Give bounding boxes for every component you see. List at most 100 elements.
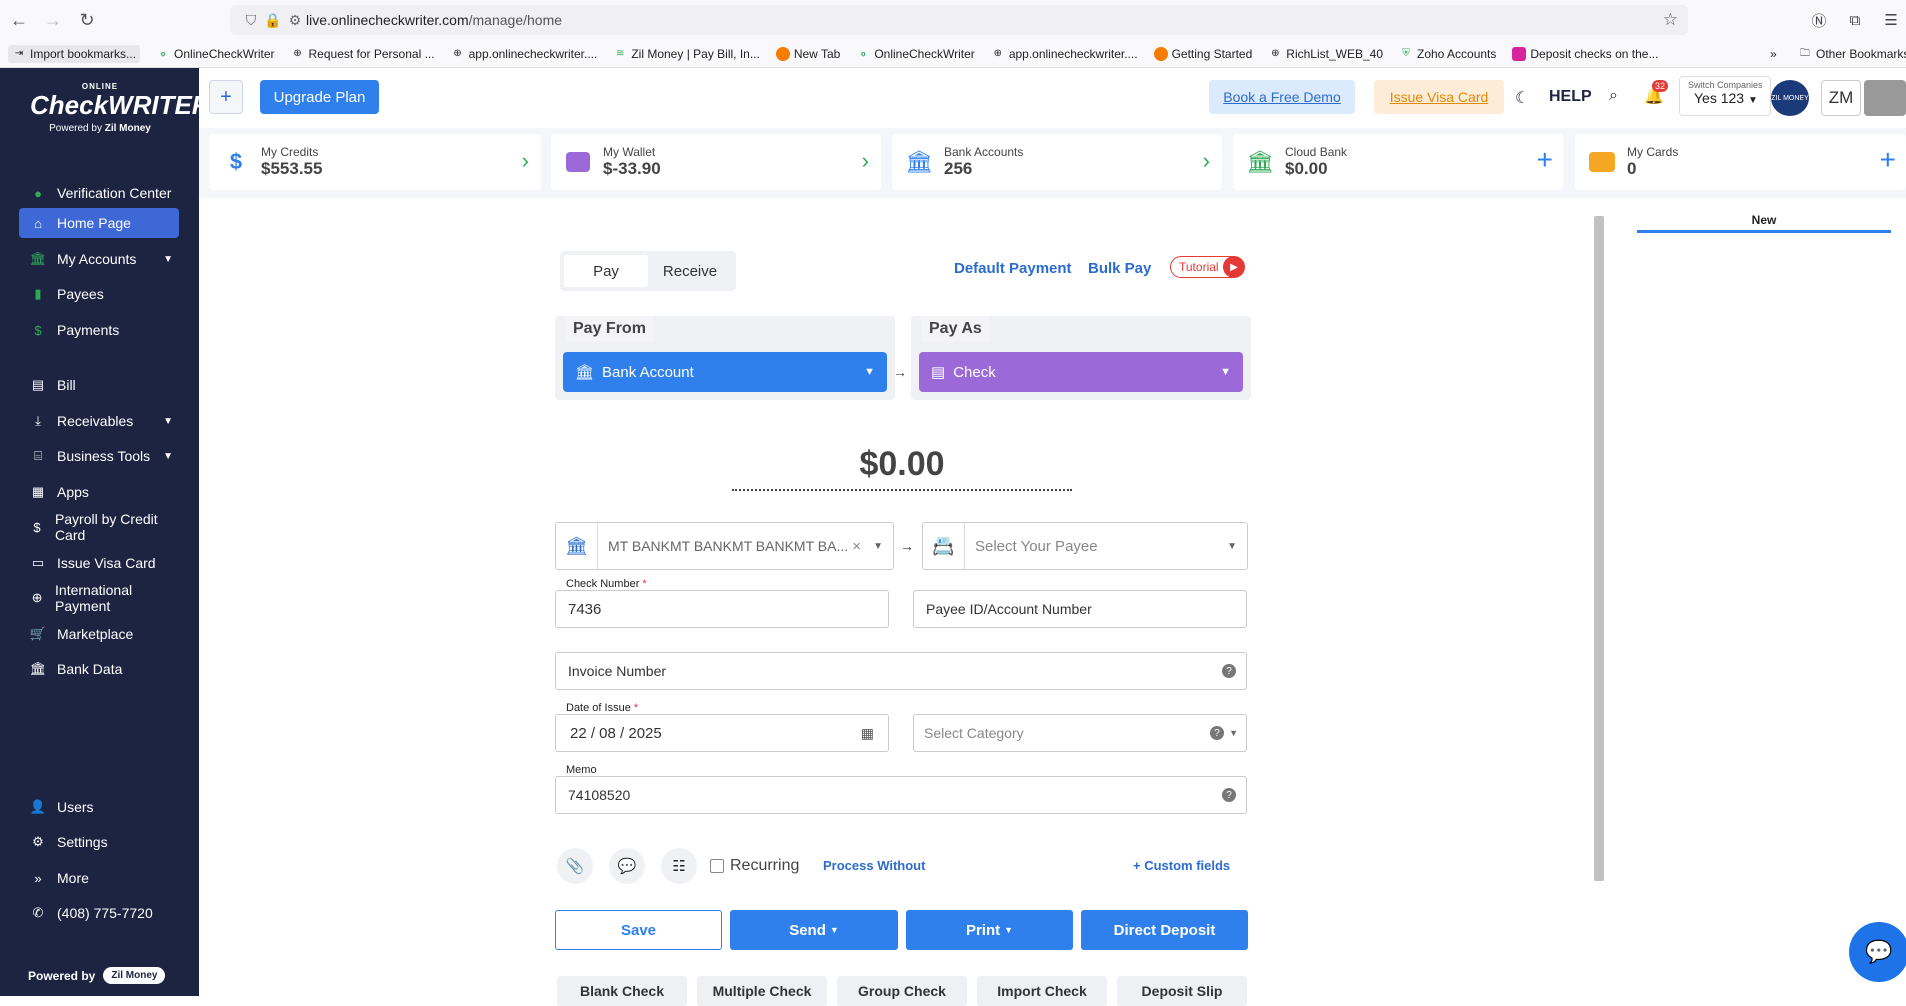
issue-visa-card-button[interactable]: Issue Visa Card bbox=[1374, 80, 1504, 114]
help-icon[interactable]: ? bbox=[1210, 726, 1224, 740]
zil-money-badge[interactable]: Zil Money bbox=[103, 967, 166, 984]
sidebar-item-users[interactable]: 👤 Users bbox=[19, 792, 179, 822]
attachment-icon[interactable]: 📎 bbox=[557, 848, 593, 884]
other-bookmarks[interactable]: 🗀 Other Bookmarks bbox=[1798, 47, 1906, 61]
recurring-checkbox[interactable]: Recurring bbox=[710, 857, 799, 875]
pay-as-select[interactable]: ▤ Check ▼ bbox=[919, 352, 1243, 392]
date-of-issue-field[interactable]: Date of Issue * 22 / 08 / 2025 ▦ bbox=[555, 702, 889, 752]
sidebar-item-international-payment[interactable]: ⊕ International Payment bbox=[19, 582, 179, 614]
sidebar-item-business-tools[interactable]: ⌸ Business Tools ▼ bbox=[19, 441, 179, 471]
firefox-icon bbox=[1153, 46, 1168, 61]
card-my-credits[interactable]: $ My Credits $553.55 › bbox=[209, 134, 541, 190]
bookmark-item[interactable]: Deposit checks on the... bbox=[1512, 46, 1658, 61]
direct-deposit-button[interactable]: Direct Deposit bbox=[1081, 910, 1248, 950]
scrollbar-thumb[interactable] bbox=[1594, 216, 1604, 881]
dark-mode-icon[interactable]: ☾ bbox=[1515, 88, 1529, 108]
tab-receive[interactable]: Receive bbox=[648, 255, 732, 287]
back-icon[interactable]: ← bbox=[4, 5, 34, 35]
sidebar-phone[interactable]: ✆ (408) 775-7720 bbox=[19, 898, 179, 928]
sidebar-item-verification-center[interactable]: ● Verification Center bbox=[19, 178, 179, 208]
more-bookmarks-icon[interactable]: » bbox=[1770, 47, 1777, 61]
memo-field[interactable]: Memo 74108520 ? bbox=[555, 764, 1247, 814]
payee-select[interactable]: 📇 Select Your Payee ▼ bbox=[922, 522, 1248, 570]
payee-id-field[interactable]: Payee ID/Account Number bbox=[913, 590, 1247, 628]
sidebar-item-payroll-credit-card[interactable]: $ Payroll by Credit Card bbox=[19, 511, 179, 543]
plus-icon[interactable]: + bbox=[1537, 144, 1553, 176]
custom-fields-link[interactable]: + Custom fields bbox=[1133, 858, 1230, 873]
list-icon[interactable]: ☷ bbox=[661, 848, 697, 884]
category-select[interactable]: Select Category ? ▼ bbox=[913, 714, 1247, 752]
menu-icon[interactable]: ☰ bbox=[1876, 5, 1906, 35]
save-button[interactable]: Save bbox=[555, 910, 722, 950]
card-bank-accounts[interactable]: 🏛 Bank Accounts 256 › bbox=[892, 134, 1222, 190]
bookmark-item[interactable]: ⊕ app.onlinecheckwriter.... bbox=[451, 47, 597, 61]
book-demo-button[interactable]: Book a Free Demo bbox=[1209, 80, 1355, 114]
sidebar-item-apps[interactable]: ▦ Apps bbox=[19, 477, 179, 507]
tab-new[interactable]: New bbox=[1637, 213, 1891, 233]
sidebar-item-bill[interactable]: ▤ Bill bbox=[19, 370, 179, 400]
plus-icon[interactable]: + bbox=[1880, 144, 1896, 176]
help-icon[interactable]: ? bbox=[1222, 788, 1236, 802]
url-bar[interactable]: ⛉ 🔒 ⚙ live.onlinecheckwriter.com/manage/… bbox=[230, 5, 1688, 35]
sidebar-item-marketplace[interactable]: 🛒 Marketplace bbox=[19, 619, 179, 649]
bookmark-item[interactable]: ⊕ Request for Personal ... bbox=[291, 47, 434, 61]
bookmark-item[interactable]: New Tab bbox=[775, 46, 840, 61]
group-check-button[interactable]: Group Check bbox=[837, 976, 967, 1006]
bookmark-item[interactable]: ℴ OnlineCheckWriter bbox=[856, 47, 975, 61]
card-cloud-bank[interactable]: 🏛 Cloud Bank $0.00 + bbox=[1233, 134, 1563, 190]
default-payment-link[interactable]: Default Payment bbox=[954, 260, 1072, 277]
add-button[interactable]: + bbox=[209, 80, 243, 114]
sidebar-item-issue-visa-card[interactable]: ▭ Issue Visa Card bbox=[19, 548, 179, 578]
help-icon[interactable]: ? bbox=[1222, 664, 1236, 678]
bookmark-item[interactable]: ≋ Zil Money | Pay Bill, In... bbox=[613, 47, 760, 61]
sidebar-item-receivables[interactable]: ⤓ Receivables ▼ bbox=[19, 406, 179, 436]
user-initials-button[interactable]: ZM bbox=[1821, 80, 1861, 116]
sidebar-item-my-accounts[interactable]: 🏛 My Accounts ▼ bbox=[19, 244, 179, 274]
bookmark-item[interactable]: ⊕ RichList_WEB_40 bbox=[1268, 47, 1383, 61]
app-logo[interactable]: ONLINE CheckWRITER Powered by Zil Money bbox=[30, 82, 211, 152]
profile-icon[interactable]: Ⓝ bbox=[1804, 5, 1834, 35]
bookmark-star-icon[interactable]: ☆ bbox=[1663, 10, 1678, 30]
reload-icon[interactable]: ↻ bbox=[72, 5, 102, 35]
help-link[interactable]: HELP bbox=[1549, 88, 1592, 106]
bookmark-item[interactable]: ⛨ Zoho Accounts bbox=[1399, 47, 1496, 61]
bulk-pay-link[interactable]: Bulk Pay bbox=[1088, 260, 1151, 277]
forward-icon[interactable]: → bbox=[38, 5, 68, 35]
sidebar-item-home-page[interactable]: ⌂ Home Page bbox=[19, 208, 179, 238]
switch-companies-select[interactable]: Switch Companies Yes 123 ▼ bbox=[1679, 76, 1771, 116]
clear-icon[interactable]: × bbox=[852, 538, 861, 555]
company-avatar[interactable]: ZIL MONEY bbox=[1771, 80, 1809, 116]
card-my-cards[interactable]: My Cards 0 + bbox=[1575, 134, 1906, 190]
bookmark-item[interactable]: Getting Started bbox=[1153, 46, 1252, 61]
process-without-link[interactable]: Process Without bbox=[823, 858, 925, 873]
user-avatar[interactable] bbox=[1864, 80, 1906, 116]
card-my-wallet[interactable]: My Wallet $-33.90 › bbox=[551, 134, 881, 190]
sidebar-item-payees[interactable]: ▮ Payees bbox=[19, 279, 179, 309]
bookmark-item[interactable]: ⊕ app.onlinecheckwriter.... bbox=[991, 47, 1138, 61]
check-number-field[interactable]: Check Number * 7436 bbox=[555, 578, 889, 628]
sidebar-item-more[interactable]: » More bbox=[19, 863, 179, 893]
tutorial-button[interactable]: Tutorial ▶ bbox=[1170, 256, 1245, 278]
tab-pay[interactable]: Pay bbox=[564, 255, 648, 287]
blank-check-button[interactable]: Blank Check bbox=[557, 976, 687, 1006]
pay-from-select[interactable]: 🏛 Bank Account ▼ bbox=[563, 352, 887, 392]
invoice-number-field[interactable]: Invoice Number ? bbox=[555, 652, 1247, 690]
bank-account-select[interactable]: 🏛 MT BANKMT BANKMT BANKMT BA... × ▼ bbox=[555, 522, 894, 570]
chat-icon[interactable]: 💬 bbox=[1849, 922, 1906, 982]
multiple-check-button[interactable]: Multiple Check bbox=[697, 976, 827, 1006]
search-icon[interactable]: ⌕ bbox=[1609, 87, 1618, 105]
sidebar-item-settings[interactable]: ⚙ Settings bbox=[19, 827, 179, 857]
extensions-icon[interactable]: ⧉ bbox=[1840, 5, 1870, 35]
bookmark-item[interactable]: ℴ OnlineCheckWriter bbox=[156, 47, 275, 61]
print-button[interactable]: Print ▼ bbox=[906, 910, 1073, 950]
calendar-icon[interactable]: ▦ bbox=[861, 725, 874, 742]
amount-input[interactable]: $0.00 bbox=[732, 445, 1072, 491]
send-button[interactable]: Send ▼ bbox=[730, 910, 898, 950]
comment-icon[interactable]: 💬 bbox=[609, 848, 645, 884]
sidebar-item-bank-data[interactable]: 🏛 Bank Data bbox=[19, 654, 179, 684]
sidebar-item-payments[interactable]: $ Payments bbox=[19, 315, 179, 345]
deposit-slip-button[interactable]: Deposit Slip bbox=[1117, 976, 1247, 1006]
bookmark-item[interactable]: ⇥ Import bookmarks... bbox=[8, 44, 141, 63]
import-check-button[interactable]: Import Check bbox=[977, 976, 1107, 1006]
upgrade-plan-button[interactable]: Upgrade Plan bbox=[260, 80, 379, 114]
